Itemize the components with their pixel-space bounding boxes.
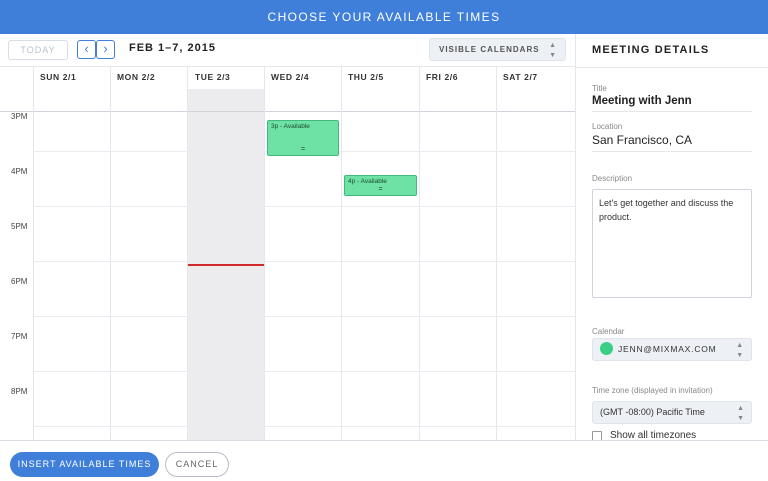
hour-label: 8PM: [11, 387, 28, 396]
hour-gridline: [33, 206, 575, 207]
day-header-wed[interactable]: WED 2/4: [264, 67, 341, 89]
resize-handle-icon[interactable]: =: [345, 186, 416, 193]
day-header-thu[interactable]: THU 2/5: [341, 67, 419, 89]
calendar-color-dot: [600, 342, 613, 356]
day-divider: [496, 67, 497, 440]
available-slot-wed[interactable]: 3p - Available =: [267, 120, 339, 156]
calendar-area: TODAY ‹ › FEB 1–7, 2015 VISIBLE CALENDAR…: [0, 34, 575, 440]
chevron-right-icon: ›: [103, 41, 108, 56]
calendar-label: Calendar: [592, 327, 625, 336]
description-label: Description: [592, 174, 633, 183]
day-header-sun[interactable]: SUN 2/1: [33, 67, 110, 89]
hour-label: 4PM: [11, 167, 28, 176]
day-divider: [110, 67, 111, 440]
day-divider: [341, 67, 342, 440]
available-slot-thu[interactable]: 4p - Available =: [344, 175, 417, 196]
show-all-timezones-label[interactable]: Show all timezones: [610, 430, 696, 440]
meeting-details-panel: MEETING DETAILS Title Meeting with Jenn …: [575, 34, 768, 440]
hour-gridline: [33, 316, 575, 317]
timezone-value: (GMT -08:00) Pacific Time: [600, 407, 705, 417]
visible-calendars-select[interactable]: VISIBLE CALENDARS ▲ ▼: [429, 38, 566, 61]
location-label: Location: [592, 122, 623, 131]
chevron-left-icon: ‹: [84, 41, 89, 56]
day-header-sat[interactable]: SAT 2/7: [496, 67, 575, 89]
show-all-timezones-checkbox[interactable]: [592, 431, 602, 440]
day-header-fri[interactable]: FRI 2/6: [419, 67, 496, 89]
all-day-divider: [0, 111, 575, 112]
location-field[interactable]: San Francisco, CA: [592, 133, 752, 152]
chevron-up-down-icon: ▲ ▼: [737, 405, 744, 422]
event-label: 3p - Available: [271, 123, 310, 130]
today-button[interactable]: TODAY: [8, 40, 68, 60]
week-grid[interactable]: SUN 2/1 MON 2/2 TUE 2/3 WED 2/4 THU 2/5 …: [0, 66, 575, 440]
insert-available-times-button[interactable]: INSERT AVAILABLE TIMES: [10, 452, 159, 477]
hour-label: 5PM: [11, 222, 28, 231]
calendar-toolbar: TODAY ‹ › FEB 1–7, 2015 VISIBLE CALENDAR…: [0, 34, 575, 66]
current-time-indicator: [188, 264, 264, 266]
event-label: 4p - Available: [348, 178, 387, 185]
resize-handle-icon[interactable]: =: [268, 146, 338, 153]
hour-label: 3PM: [11, 112, 28, 121]
prev-week-button[interactable]: ‹: [77, 40, 96, 59]
next-week-button[interactable]: ›: [96, 40, 115, 59]
visible-calendars-label: VISIBLE CALENDARS: [439, 45, 540, 54]
timezone-label: Time zone (displayed in invitation): [592, 386, 713, 395]
day-divider: [33, 67, 34, 440]
day-divider: [187, 67, 188, 440]
meeting-details-heading: MEETING DETAILS: [592, 44, 710, 56]
day-divider: [264, 67, 265, 440]
cancel-button[interactable]: CANCEL: [165, 452, 229, 477]
description-textarea[interactable]: Let's get together and discuss the produ…: [592, 189, 752, 298]
hour-gridline: [33, 261, 575, 262]
page-title: CHOOSE YOUR AVAILABLE TIMES: [0, 0, 768, 34]
day-header-mon[interactable]: MON 2/2: [110, 67, 188, 89]
chevron-up-down-icon: ▲ ▼: [736, 342, 744, 359]
day-divider: [419, 67, 420, 440]
chevron-up-down-icon: ▲ ▼: [549, 42, 557, 59]
calendar-select[interactable]: JENN@MIXMAX.COM ▲ ▼: [592, 338, 752, 361]
hour-label: 7PM: [11, 332, 28, 341]
timezone-select[interactable]: (GMT -08:00) Pacific Time ▲ ▼: [592, 401, 752, 424]
hour-gridline: [33, 371, 575, 372]
footer-bar: INSERT AVAILABLE TIMES CANCEL: [0, 440, 768, 481]
calendar-value: JENN@MIXMAX.COM: [618, 344, 717, 354]
hour-label: 6PM: [11, 277, 28, 286]
date-range: FEB 1–7, 2015: [129, 42, 216, 54]
divider: [576, 67, 768, 68]
hour-gridline: [33, 426, 575, 427]
title-field[interactable]: Meeting with Jenn: [592, 95, 752, 112]
day-header-tue[interactable]: TUE 2/3: [188, 67, 264, 89]
title-label: Title: [592, 84, 607, 93]
